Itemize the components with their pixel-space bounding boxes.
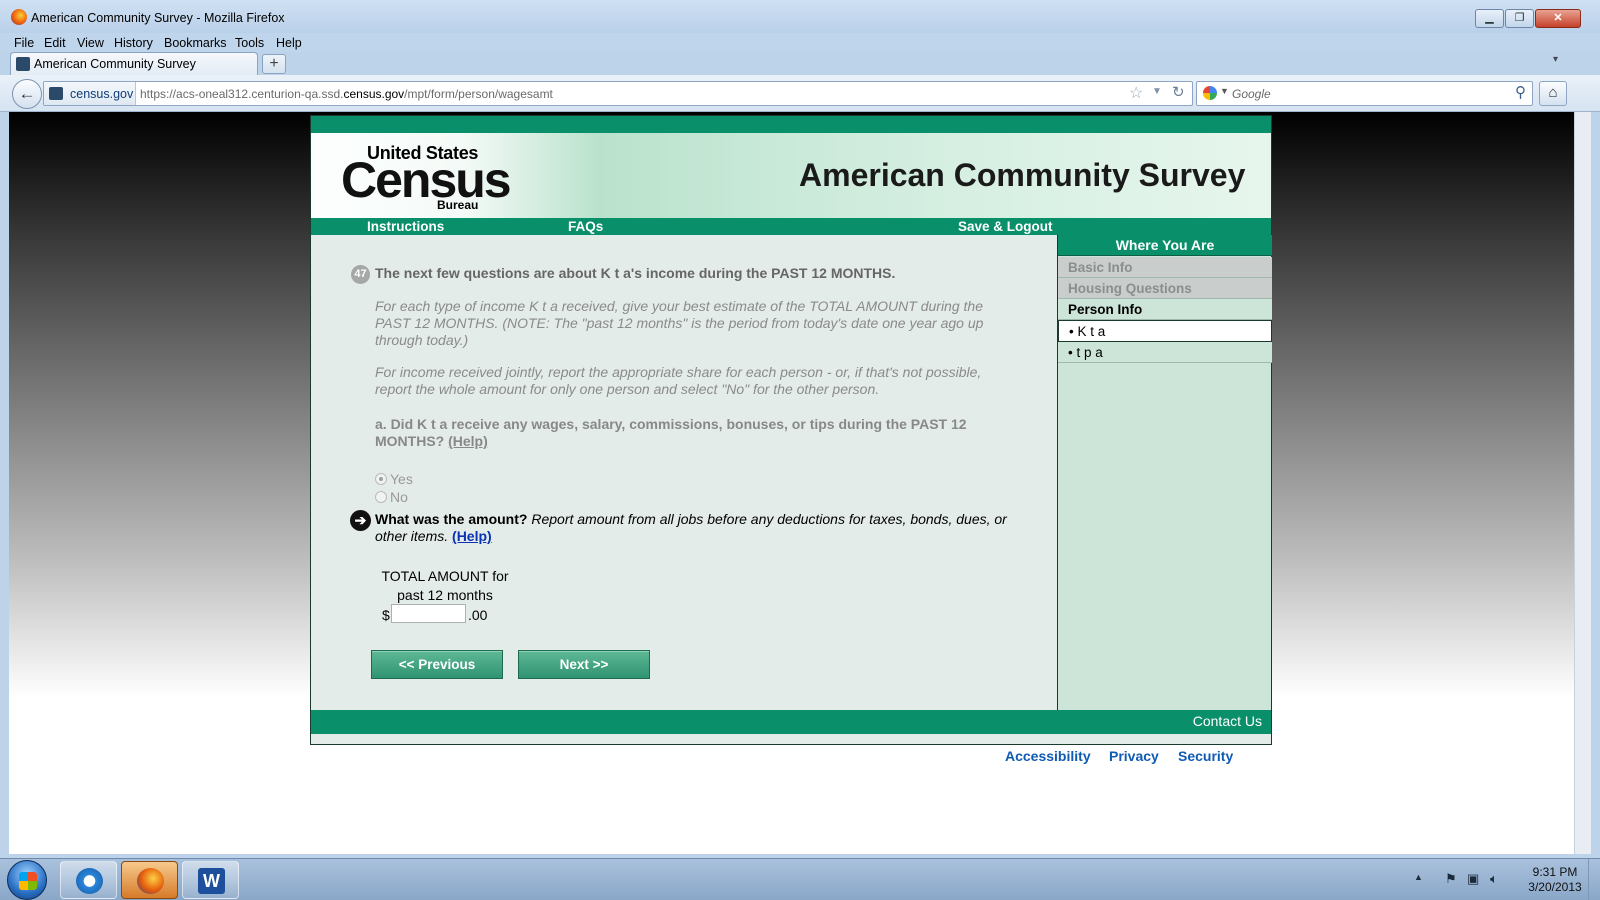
radio-no[interactable]: No [375,489,408,505]
menu-file[interactable]: File [14,33,34,53]
question-part-a: a. Did K t a receive any wages, salary, … [375,416,967,449]
current-question-arrow-icon: ➔ [350,510,371,531]
census-favicon-icon [49,87,63,100]
clock[interactable]: 9:31 PM 3/20/2013 [1522,865,1588,895]
site-identity-button[interactable]: census.gov [44,82,136,105]
footer-links: Accessibility Privacy Security [310,746,1272,766]
privacy-link[interactable]: Privacy [1109,748,1159,764]
census-bureau-logo[interactable]: United States Census Bureau [341,143,512,213]
menu-bar: File Edit View History Bookmarks Tools H… [0,33,1600,53]
accessibility-link[interactable]: Accessibility [1005,748,1091,764]
instruction-paragraph-2: For income received jointly, report the … [375,364,982,397]
next-button[interactable]: Next >> [518,650,650,679]
windows-logo-icon [19,872,37,890]
windows-taskbar: W ▲ ⚑ ▣ 🔈︎ 9:31 PM 3/20/2013 [0,858,1600,900]
window-title-bar: American Community Survey - Mozilla Fire… [0,0,1600,34]
sidebar-item-basic-info: Basic Info [1058,257,1272,278]
help-link-amount[interactable]: (Help) [452,528,492,544]
volume-icon[interactable]: 🔈︎ [1490,871,1498,887]
contact-us-link[interactable]: Contact Us [1193,713,1262,729]
taskbar-firefox[interactable] [121,861,178,899]
vertical-scrollbar[interactable] [1574,112,1591,854]
survey-page: United States Census Bureau American Com… [310,115,1272,745]
sidebar-header: Where You Are [1058,235,1272,256]
system-tray: ▲ ⚑ ▣ 🔈︎ 9:31 PM 3/20/2013 [1414,859,1600,900]
url-history-dropdown-icon[interactable]: ▼ [1152,86,1162,97]
sidebar-item-person-kta[interactable]: • K t a [1058,320,1272,342]
radio-no-button[interactable] [375,491,387,503]
tab-list-chevron-icon[interactable]: ▾ [1553,54,1558,65]
tab-label: American Community Survey [34,57,196,71]
window-title: American Community Survey - Mozilla Fire… [31,11,285,25]
help-link-part-a[interactable]: (Help) [448,433,488,449]
menu-bookmarks[interactable]: Bookmarks [164,33,227,53]
menu-help[interactable]: Help [276,33,302,53]
sidebar-item-person-info: Person Info [1058,299,1272,320]
sidebar-item-housing-questions: Housing Questions [1058,278,1272,299]
logo-line-2: Census [341,152,512,208]
question-intro: The next few questions are about K t a's… [375,265,896,281]
cents-suffix: .00 [468,607,488,623]
menu-view[interactable]: View [77,33,104,53]
home-button[interactable]: ⌂ [1539,81,1567,106]
internet-explorer-icon [76,868,103,894]
question-content: 47 The next few questions are about K t … [311,235,1057,710]
word-icon: W [198,868,225,894]
previous-button[interactable]: << Previous [371,650,503,679]
where-you-are-sidebar: Where You Are Basic Info Housing Questio… [1057,235,1272,710]
action-center-flag-icon[interactable]: ⚑ [1445,871,1457,887]
question-number-badge: 47 [351,265,370,284]
radio-yes[interactable]: Yes [375,471,413,487]
search-placeholder: Google [1232,87,1271,101]
amount-label: TOTAL AMOUNT for past 12 months [381,568,509,603]
taskbar-word[interactable]: W [182,861,239,899]
menu-history[interactable]: History [114,33,153,53]
save-logout-link[interactable]: Save & Logout [958,218,1053,235]
show-hidden-icons-chevron-icon[interactable]: ▲ [1414,872,1423,882]
instructions-link[interactable]: Instructions [367,218,444,235]
logo-line-3: Bureau [437,198,479,212]
firefox-icon [137,868,164,894]
navigation-toolbar: ← census.gov https://acs-oneal312.centur… [0,75,1600,112]
security-link[interactable]: Security [1178,748,1233,764]
survey-title: American Community Survey [799,157,1246,193]
amount-input[interactable] [391,604,466,623]
top-green-band [311,116,1271,133]
minimize-button[interactable]: ▁ [1475,9,1504,28]
tab-strip: American Community Survey + ▾ [0,52,1600,76]
census-favicon-icon [16,57,30,71]
new-tab-button[interactable]: + [262,54,286,74]
maximize-button[interactable]: ❐ [1505,9,1534,28]
amount-question: What was the amount? Report amount from … [375,511,1007,544]
url-text[interactable]: https://acs-oneal312.centurion-qa.ssd.ce… [140,87,553,101]
tab-american-community-survey[interactable]: American Community Survey [10,52,258,76]
instruction-paragraph-1: For each type of income K t a received, … [375,298,984,348]
survey-banner: United States Census Bureau American Com… [311,133,1271,218]
menu-edit[interactable]: Edit [44,33,66,53]
faqs-link[interactable]: FAQs [568,218,603,235]
search-input[interactable]: ▼ Google ⚲ [1196,81,1533,106]
search-icon[interactable]: ⚲ [1515,83,1526,101]
search-engine-dropdown-icon[interactable]: ▼ [1220,86,1229,96]
menu-tools[interactable]: Tools [235,33,264,53]
close-button[interactable]: ✕ [1535,9,1581,28]
taskbar-internet-explorer[interactable] [60,861,117,899]
show-desktop-button[interactable] [1588,859,1600,900]
sidebar-item-person-tpa[interactable]: • t p a [1058,342,1272,363]
currency-symbol: $ [382,607,390,623]
start-button[interactable] [7,860,47,900]
site-identity-label: census.gov [70,87,134,101]
network-icon[interactable]: ▣ [1467,871,1479,887]
reload-icon[interactable]: ↻ [1172,83,1185,101]
radio-yes-button[interactable] [375,473,387,485]
firefox-icon [11,9,27,25]
google-icon[interactable] [1203,86,1217,100]
footer-band: Contact Us [311,710,1271,734]
bookmark-star-icon[interactable]: ☆ [1129,83,1143,103]
back-button[interactable]: ← [12,79,42,109]
address-bar[interactable]: census.gov https://acs-oneal312.centurio… [43,81,1193,106]
site-navigation: Instructions FAQs Save & Logout [311,218,1271,235]
